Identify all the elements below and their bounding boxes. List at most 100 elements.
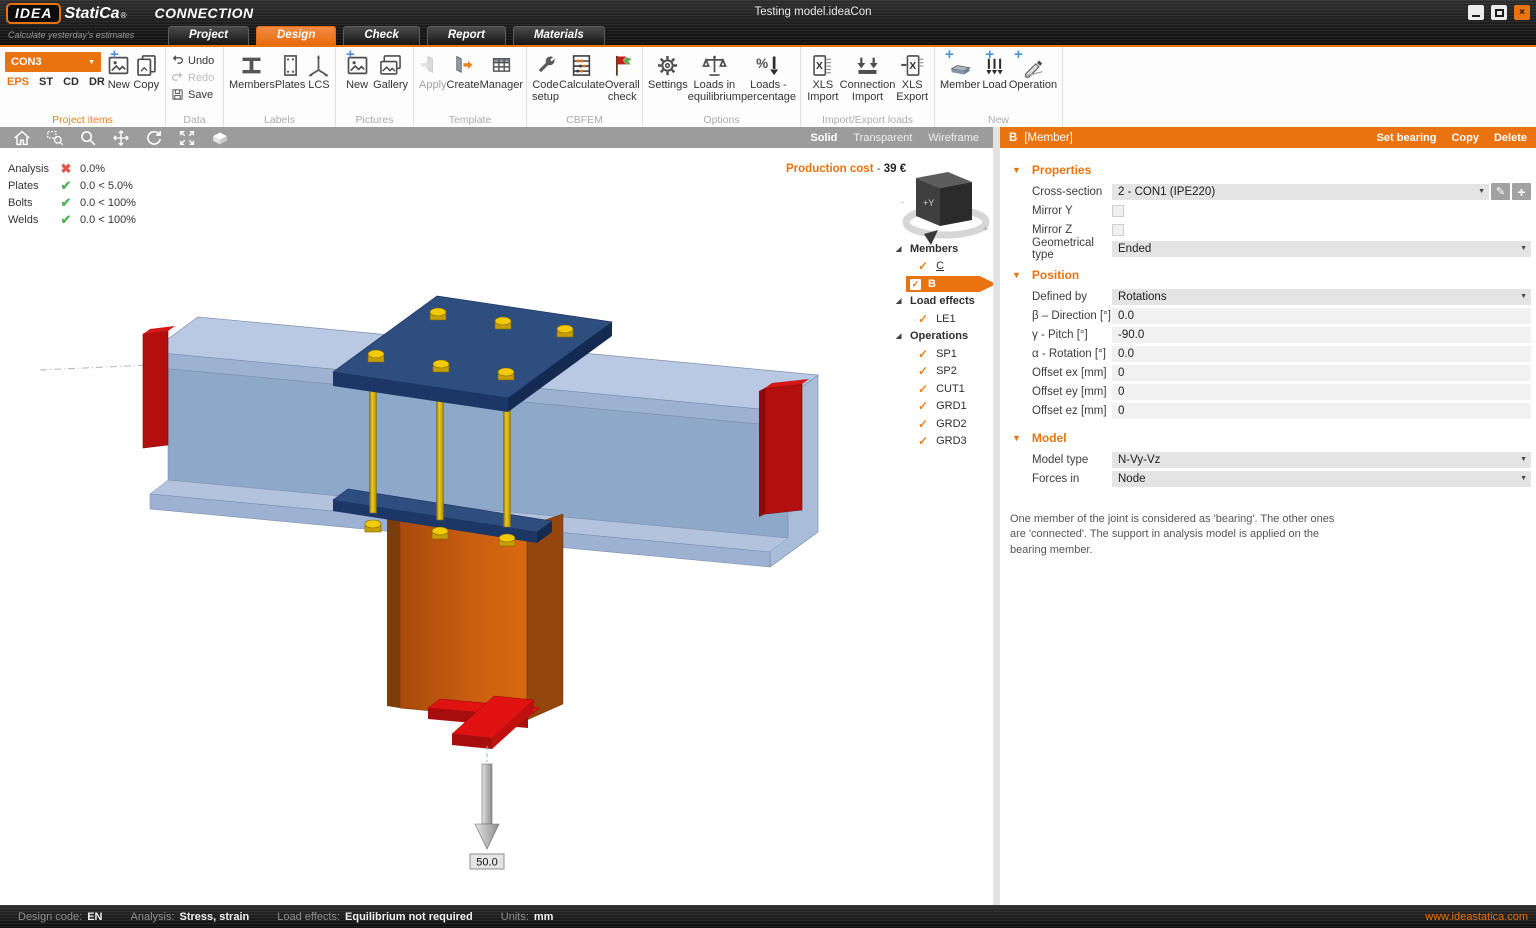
- project-item-selector[interactable]: CON3 ▼: [5, 52, 101, 72]
- section-model[interactable]: ▼ Model: [1000, 426, 1536, 450]
- geometrical-type-select[interactable]: Ended ▼: [1112, 240, 1531, 257]
- tree-item-c[interactable]: ✓ C: [893, 258, 993, 276]
- mirror-z-checkbox[interactable]: [1112, 223, 1124, 236]
- pictures-new-button[interactable]: + New: [341, 47, 373, 91]
- render-mode-wireframe[interactable]: Wireframe: [928, 132, 979, 144]
- copy-member-button[interactable]: Copy: [1451, 132, 1479, 144]
- beta-direction-input[interactable]: 0.0: [1112, 307, 1531, 324]
- alpha-rotation-input[interactable]: 0.0: [1112, 345, 1531, 362]
- website-link[interactable]: www.ideastatica.com: [1425, 911, 1528, 923]
- overall-check-button[interactable]: Overall check: [605, 50, 640, 103]
- check-icon[interactable]: ✓: [918, 434, 928, 448]
- section-properties[interactable]: ▼ Properties: [1000, 158, 1536, 182]
- 3d-viewport[interactable]: 50.0 - + +Y Analysis ✖ 0.0% Plates ✔ 0.0…: [0, 148, 993, 905]
- maximize-button[interactable]: [1491, 5, 1507, 20]
- tab-check[interactable]: Check: [343, 26, 420, 45]
- template-create-button[interactable]: Create: [447, 50, 480, 91]
- home-view-button[interactable]: [10, 128, 34, 147]
- new-load-button[interactable]: + Load: [980, 47, 1009, 91]
- panel-splitter[interactable]: [993, 127, 1000, 905]
- tree-section-members[interactable]: ◢ Members: [893, 240, 993, 258]
- load-arrow[interactable]: 50.0: [469, 746, 505, 870]
- checkbox-checked-icon[interactable]: ✓: [910, 278, 921, 290]
- tree-item-le1[interactable]: ✓ LE1: [893, 310, 993, 328]
- new-operation-button[interactable]: + Operation: [1009, 47, 1057, 91]
- new-project-item-button[interactable]: + New: [105, 47, 133, 91]
- collapse-triangle-icon[interactable]: ▼: [1012, 165, 1021, 175]
- minimize-button[interactable]: [1468, 5, 1484, 20]
- navigation-cube[interactable]: - + +Y: [901, 172, 990, 245]
- add-cross-section-button[interactable]: +: [1512, 183, 1531, 200]
- undo-button[interactable]: Undo: [171, 54, 218, 67]
- expander-icon[interactable]: ◢: [893, 245, 902, 253]
- cross-section-select[interactable]: 2 - CON1 (IPE220) ▼: [1112, 183, 1489, 200]
- expander-icon[interactable]: ◢: [893, 332, 902, 340]
- labels-members-button[interactable]: Members: [229, 50, 275, 91]
- zoom-window-button[interactable]: [43, 128, 67, 147]
- check-icon[interactable]: ✓: [918, 347, 928, 361]
- zoom-button[interactable]: [76, 128, 100, 147]
- save-button[interactable]: Save: [171, 88, 218, 101]
- calculate-button[interactable]: Calculate: [559, 50, 605, 91]
- tab-materials[interactable]: Materials: [512, 26, 605, 45]
- gamma-pitch-input[interactable]: -90.0: [1112, 326, 1531, 343]
- tab-report[interactable]: Report: [426, 26, 506, 45]
- tree-item-grd1[interactable]: ✓ GRD1: [893, 398, 993, 416]
- tree-item-b-selected[interactable]: ✓ B: [893, 275, 993, 293]
- offset-ez-input[interactable]: 0: [1112, 402, 1531, 419]
- tab-project[interactable]: Project: [168, 26, 249, 45]
- edit-cross-section-button[interactable]: ✎: [1491, 183, 1510, 200]
- tree-item-cut1[interactable]: ✓ CUT1: [893, 380, 993, 398]
- check-icon[interactable]: ✓: [918, 312, 928, 326]
- rotate-button[interactable]: [142, 128, 166, 147]
- tree-section-operations[interactable]: ◢ Operations: [893, 328, 993, 346]
- pan-button[interactable]: [109, 128, 133, 147]
- tree-item-grd2[interactable]: ✓ GRD2: [893, 415, 993, 433]
- template-apply-button[interactable]: Apply: [419, 50, 447, 91]
- mode-eps[interactable]: EPS: [7, 76, 29, 88]
- end-plate-right[interactable]: [759, 379, 809, 517]
- template-manager-button[interactable]: Manager: [480, 50, 523, 91]
- delete-member-button[interactable]: Delete: [1494, 132, 1527, 144]
- connection-import-button[interactable]: Connection Import: [840, 50, 895, 103]
- tree-item-sp1[interactable]: ✓ SP1: [893, 345, 993, 363]
- check-icon[interactable]: ✓: [918, 399, 928, 413]
- mode-st[interactable]: ST: [39, 76, 53, 88]
- forces-in-select[interactable]: Node ▼: [1112, 470, 1531, 487]
- settings-button[interactable]: Settings: [648, 50, 688, 91]
- redo-button[interactable]: Redo: [171, 71, 218, 84]
- fit-view-button[interactable]: [175, 128, 199, 147]
- set-bearing-button[interactable]: Set bearing: [1377, 132, 1437, 144]
- model-type-select[interactable]: N-Vy-Vz ▼: [1112, 451, 1531, 468]
- pictures-gallery-button[interactable]: Gallery: [373, 50, 408, 91]
- collapse-triangle-icon[interactable]: ▼: [1012, 270, 1021, 280]
- expander-icon[interactable]: ◢: [893, 297, 902, 305]
- check-icon[interactable]: ✓: [918, 259, 928, 273]
- new-member-button[interactable]: + Member: [940, 47, 980, 91]
- xls-import-button[interactable]: X XLS Import: [806, 50, 840, 103]
- tab-design[interactable]: Design: [256, 26, 337, 45]
- close-button[interactable]: ×: [1514, 5, 1530, 20]
- labels-lcs-button[interactable]: LCS: [305, 50, 332, 91]
- render-mode-solid[interactable]: Solid: [810, 132, 837, 144]
- mirror-y-checkbox[interactable]: [1112, 204, 1124, 217]
- mode-cd[interactable]: CD: [63, 76, 79, 88]
- offset-ex-input[interactable]: 0: [1112, 364, 1531, 381]
- offset-ey-input[interactable]: 0: [1112, 383, 1531, 400]
- check-icon[interactable]: ✓: [918, 364, 928, 378]
- tree-item-grd3[interactable]: ✓ GRD3: [893, 433, 993, 451]
- solid-view-button[interactable]: [208, 128, 232, 147]
- tree-section-load-effects[interactable]: ◢ Load effects: [893, 293, 993, 311]
- labels-plates-button[interactable]: Plates: [275, 50, 305, 91]
- collapse-triangle-icon[interactable]: ▼: [1012, 433, 1021, 443]
- check-icon[interactable]: ✓: [918, 382, 928, 396]
- defined-by-select[interactable]: Rotations ▼: [1112, 288, 1531, 305]
- loads-in-equilibrium-button[interactable]: Loads in equilibrium: [688, 50, 741, 103]
- render-mode-transparent[interactable]: Transparent: [853, 132, 912, 144]
- loads-percentage-button[interactable]: % Loads - percentage: [741, 50, 796, 103]
- copy-project-item-button[interactable]: Copy: [133, 50, 161, 91]
- column-member-c[interactable]: [387, 512, 564, 721]
- xls-export-button[interactable]: X XLS Export: [895, 50, 929, 103]
- section-position[interactable]: ▼ Position: [1000, 263, 1536, 287]
- tree-item-sp2[interactable]: ✓ SP2: [893, 363, 993, 381]
